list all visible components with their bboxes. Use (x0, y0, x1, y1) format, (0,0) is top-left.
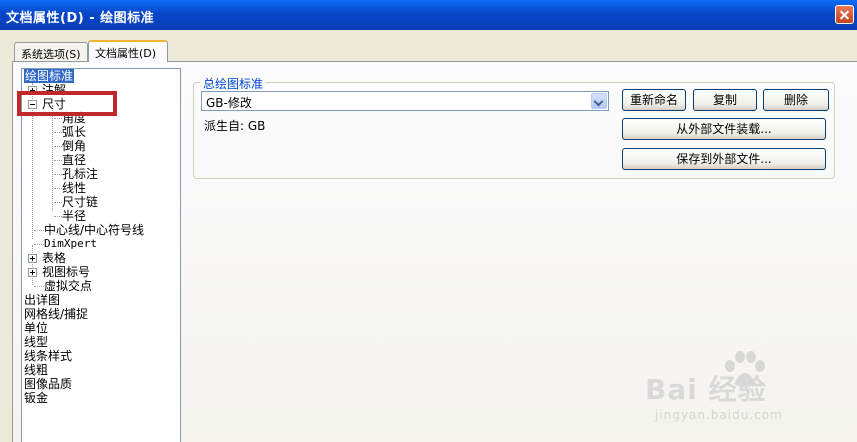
tree-item-image-quality[interactable]: 图像品质 (24, 377, 72, 391)
group-title: 总绘图标准 (200, 75, 267, 92)
tree-item-linear[interactable]: 线性 (62, 181, 86, 195)
title-bar: 文档属性(D) - 绘图标准 (0, 0, 857, 30)
tree-connector (32, 245, 33, 285)
tree-connector (52, 105, 53, 211)
annotation-highlight-box (17, 91, 117, 116)
tree-item-ordinate[interactable]: 尺寸链 (62, 195, 98, 209)
tree-connector (54, 146, 62, 147)
tree-item-grid-snap[interactable]: 网格线/捕捉 (24, 307, 88, 321)
tree-item-arc-length[interactable]: 弧长 (62, 125, 86, 139)
tree-connector (54, 202, 62, 203)
tree-item-detailing[interactable]: 出详图 (24, 293, 60, 307)
tree-item-virtual-sharps[interactable]: 虚拟交点 (44, 279, 92, 293)
tree-connector (54, 174, 62, 175)
chevron-down-icon[interactable] (591, 93, 607, 109)
tree-item-view-labels[interactable]: 视图标号 (42, 265, 90, 279)
tree-item-units[interactable]: 单位 (24, 321, 48, 335)
tree-connector (54, 118, 62, 119)
load-from-file-button[interactable]: 从外部文件装载... (622, 118, 826, 140)
save-to-file-button[interactable]: 保存到外部文件... (622, 148, 826, 170)
expand-icon[interactable] (28, 254, 37, 263)
tree-connector (34, 244, 44, 245)
tree-item-tables[interactable]: 表格 (42, 251, 66, 265)
tree-item-line-font[interactable]: 线型 (24, 335, 48, 349)
rename-button[interactable]: 重新命名 (622, 89, 686, 111)
tree-connector (54, 188, 62, 189)
derived-from-label: 派生自: GB (204, 119, 266, 133)
tree-connector (34, 286, 44, 287)
tree-connector (54, 216, 62, 217)
tree-item-sheet-metal[interactable]: 钣金 (24, 391, 48, 405)
delete-button[interactable]: 删除 (763, 89, 829, 111)
tree-item-radius[interactable]: 半径 (62, 209, 86, 223)
tab-system-options[interactable]: 系统选项(S) (14, 42, 88, 61)
tree-item-line-thickness[interactable]: 线粗 (24, 363, 48, 377)
tree-item-hole-callout[interactable]: 孔标注 (62, 167, 98, 181)
tree-connector (54, 132, 62, 133)
baidu-watermark: Bai 经验 jingyan.baidu.com (645, 350, 815, 440)
tree-connector (54, 160, 62, 161)
close-icon[interactable] (835, 5, 854, 24)
watermark-url: jingyan.baidu.com (655, 408, 783, 422)
tree-item-dimxpert[interactable]: DimXpert (44, 237, 97, 251)
standard-select[interactable]: GB-修改 (201, 91, 609, 111)
options-tree[interactable]: 绘图标准 注解 尺寸 角度 弧长 倒角 直径 孔标注 线性 尺寸链 半径 中心线… (21, 68, 181, 442)
tree-item-chamfer[interactable]: 倒角 (62, 139, 86, 153)
tree-item-line-style[interactable]: 线条样式 (24, 349, 72, 363)
tree-item-drafting-standard[interactable]: 绘图标准 (24, 69, 75, 83)
tab-document-properties[interactable]: 文档属性(D) (88, 40, 168, 62)
copy-button[interactable]: 复制 (693, 89, 757, 111)
tree-connector (34, 230, 44, 231)
watermark-brand: Bai 经验 (645, 373, 767, 406)
tree-item-centerlines[interactable]: 中心线/中心符号线 (44, 223, 144, 237)
tree-item-diameter[interactable]: 直径 (62, 153, 86, 167)
window-title: 文档属性(D) - 绘图标准 (6, 11, 155, 26)
expand-icon[interactable] (28, 268, 37, 277)
standard-select-value: GB-修改 (206, 96, 252, 110)
